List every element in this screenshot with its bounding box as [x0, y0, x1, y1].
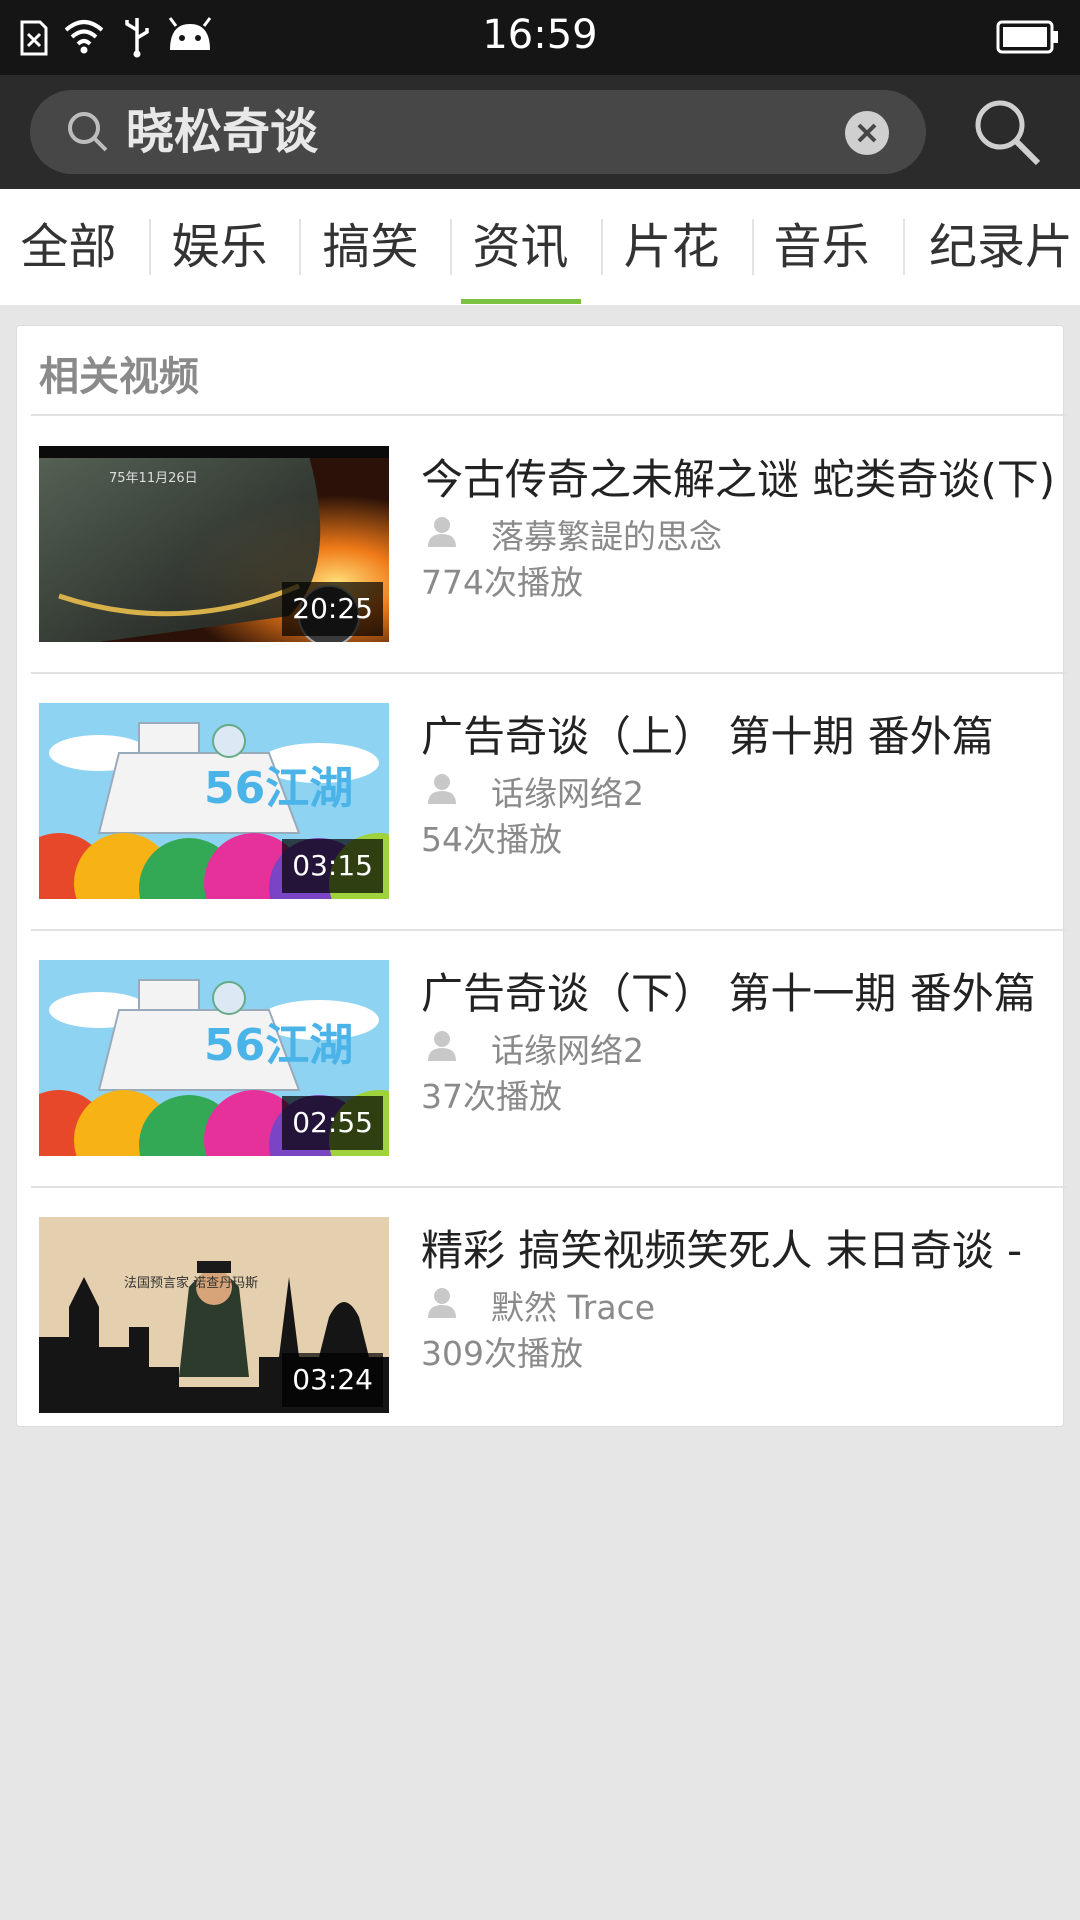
video-title[interactable]: 今古传奇之未解之谜 蛇类奇谈(下) — [421, 446, 1061, 507]
play-count: 774次播放 — [421, 563, 583, 602]
tab-divider — [903, 219, 905, 275]
search-query: 晓松奇谈 — [126, 104, 319, 160]
duration-badge: 20:25 — [282, 582, 383, 636]
search-button-icon[interactable] — [972, 97, 1044, 169]
tab-trailers[interactable]: 片花 — [596, 189, 747, 305]
category-tabs: 全部 娱乐 搞笑 资讯 片花 音乐 纪录片 — [0, 189, 1080, 305]
uploader-name[interactable]: 落募繁諟的思念 — [491, 510, 722, 558]
tab-news[interactable]: 资讯 — [445, 189, 596, 305]
play-count: 54次播放 — [421, 820, 562, 859]
play-count: 309次播放 — [421, 1334, 583, 1373]
video-item[interactable]: 75年11月26日 20:25 今古传奇之未解之谜 蛇类奇谈(下) 落募繁諟的思… — [17, 416, 1065, 673]
user-icon — [428, 1288, 456, 1318]
thumbnail-caption: 法国预言家 诺查丹玛斯 — [124, 1275, 258, 1291]
video-thumbnail[interactable]: 法国预言家 诺查丹玛斯 03:24 — [39, 1217, 389, 1413]
search-header: 晓松奇谈 — [0, 75, 1080, 189]
clear-icon[interactable] — [844, 110, 890, 156]
search-input[interactable]: 晓松奇谈 — [30, 90, 926, 174]
tab-entertainment[interactable]: 娱乐 — [144, 189, 295, 305]
tab-funny[interactable]: 搞笑 — [295, 189, 446, 305]
battery-icon — [996, 20, 1058, 54]
duration-badge: 02:55 — [282, 1096, 383, 1150]
uploader-name[interactable]: 默然 Trace — [491, 1281, 655, 1329]
thumbnail-caption: 56江湖 — [204, 763, 353, 814]
search-icon — [68, 112, 108, 152]
duration-badge: 03:24 — [282, 1353, 383, 1407]
section-title: 相关视频 — [39, 354, 199, 400]
thumbnail-caption: 75年11月26日 — [109, 471, 198, 486]
video-thumbnail[interactable]: 75年11月26日 20:25 — [39, 446, 389, 642]
video-title[interactable]: 精彩 搞笑视频笑死人 末日奇谈 - — [421, 1217, 1061, 1278]
play-count: 37次播放 — [421, 1077, 562, 1116]
user-icon — [428, 517, 456, 547]
video-thumbnail[interactable]: 56江湖 02:55 — [39, 960, 389, 1156]
video-thumbnail[interactable]: 56江湖 03:15 — [39, 703, 389, 899]
uploader-name[interactable]: 话缘网络2 — [491, 767, 644, 815]
video-title[interactable]: 广告奇谈（下） 第十一期 番外篇 — [421, 960, 1061, 1021]
tab-documentary[interactable]: 纪录片 — [916, 189, 1080, 305]
duration-badge: 03:15 — [282, 839, 383, 893]
user-icon — [428, 1031, 456, 1061]
uploader-name[interactable]: 话缘网络2 — [491, 1024, 644, 1072]
status-time: 16:59 — [482, 12, 598, 58]
video-title[interactable]: 广告奇谈（上） 第十期 番外篇 — [421, 703, 1061, 764]
related-videos-card: 相关视频 75年11月26日 20:25 今古传奇之未解之谜 蛇类奇谈(下) 落… — [16, 325, 1067, 1427]
status-bar: 16:59 — [0, 0, 1080, 75]
user-icon — [428, 774, 456, 804]
tab-music[interactable]: 音乐 — [746, 189, 897, 305]
video-item[interactable]: 56江湖 03:15 广告奇谈（上） 第十期 番外篇 话缘网络2 54次播放 — [17, 673, 1065, 930]
video-item[interactable]: 法国预言家 诺查丹玛斯 03:24 精彩 搞笑视频笑死人 末日奇谈 - 默然 T… — [17, 1187, 1065, 1444]
tab-all[interactable]: 全部 — [0, 189, 144, 305]
thumbnail-caption: 56江湖 — [204, 1020, 353, 1071]
selected-tab-indicator — [461, 299, 581, 304]
video-item[interactable]: 56江湖 02:55 广告奇谈（下） 第十一期 番外篇 话缘网络2 37次播放 — [17, 930, 1065, 1187]
